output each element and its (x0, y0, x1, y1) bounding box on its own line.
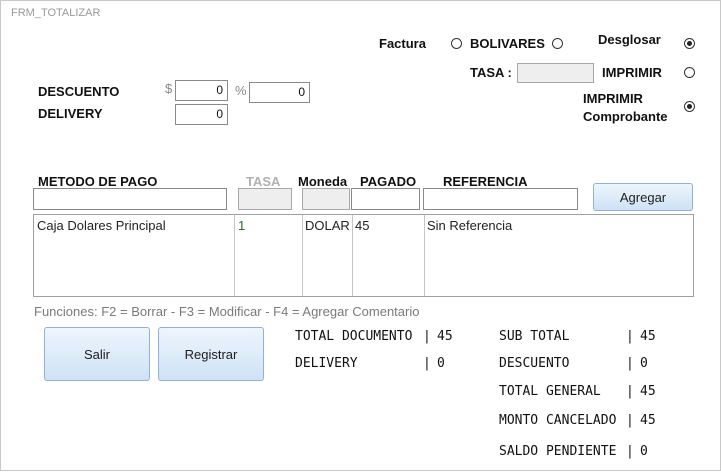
sub-total-label: SUB TOTAL (499, 329, 570, 344)
totalizar-window: FRM_TOTALIZAR Factura BOLIVARES Desglosa… (0, 0, 721, 471)
grid-cell-referencia[interactable]: Sin Referencia (427, 218, 512, 233)
referencia-input[interactable] (423, 188, 578, 210)
delivery-label: DELIVERY (38, 106, 103, 121)
registrar-button[interactable]: Registrar (158, 327, 264, 381)
delivery-input[interactable]: 0 (175, 104, 228, 125)
agregar-button[interactable]: Agregar (593, 183, 693, 211)
header-moneda: Moneda (298, 174, 348, 189)
descuento-label: DESCUENTO (38, 84, 120, 99)
pagado-input[interactable] (351, 188, 420, 210)
imprimir-label: IMPRIMIR (602, 65, 662, 80)
imprimir-comprobante-label-line1: IMPRIMIR (583, 91, 643, 106)
imprimir-comprobante-radio[interactable] (684, 101, 695, 112)
functions-hint: Funciones: F2 = Borrar - F3 = Modificar … (34, 304, 420, 319)
metodo-pago-input[interactable] (33, 188, 227, 210)
separator: | (626, 444, 634, 459)
descuento-total-label: DESCUENTO (499, 356, 570, 371)
separator: | (626, 384, 634, 399)
tasa-label: TASA : (470, 65, 512, 80)
header-metodo-pago: METODO DE PAGO (38, 174, 158, 189)
separator: | (626, 356, 634, 371)
grid-cell-pagado[interactable]: 45 (355, 218, 369, 233)
window-title: FRM_TOTALIZAR (11, 7, 101, 19)
salir-button[interactable]: Salir (44, 327, 150, 381)
saldo-pendiente-label: SALDO PENDIENTE (499, 444, 617, 459)
sub-total-value: 45 (640, 329, 656, 344)
total-general-value: 45 (640, 384, 656, 399)
descuento-percent-input[interactable]: 0 (249, 82, 310, 103)
header-referencia: REFERENCIA (443, 174, 528, 189)
bolivares-radio[interactable] (552, 38, 563, 49)
grid-cell-metodo[interactable]: Caja Dolares Principal (37, 218, 166, 233)
monto-cancelado-label: MONTO CANCELADO (499, 413, 617, 428)
currency-symbol: $ (165, 81, 173, 96)
header-tasa: TASA (246, 174, 281, 189)
separator: | (423, 356, 431, 371)
moneda-input[interactable] (302, 188, 350, 210)
separator: | (626, 329, 634, 344)
saldo-pendiente-value: 0 (640, 444, 648, 459)
tasa-pago-input[interactable] (238, 188, 292, 210)
factura-label: Factura (379, 36, 426, 51)
factura-radio[interactable] (451, 38, 462, 49)
grid-cell-moneda[interactable]: DOLAR (305, 218, 350, 233)
tasa-input[interactable] (517, 63, 594, 83)
monto-cancelado-value: 45 (640, 413, 656, 428)
total-documento-label: TOTAL DOCUMENTO (295, 329, 413, 344)
descuento-total-value: 0 (640, 356, 648, 371)
imprimir-comprobante-label-line2: Comprobante (583, 109, 668, 124)
total-general-label: TOTAL GENERAL (499, 384, 601, 399)
desglosar-radio[interactable] (684, 38, 695, 49)
imprimir-radio[interactable] (684, 67, 695, 78)
grid-cell-tasa[interactable]: 1 (238, 218, 245, 233)
percent-symbol: % (235, 83, 247, 98)
desglosar-label: Desglosar (598, 32, 661, 47)
header-pagado: PAGADO (360, 174, 417, 189)
descuento-amount-input[interactable]: 0 (175, 80, 228, 101)
bolivares-label: BOLIVARES (470, 36, 545, 51)
separator: | (626, 413, 634, 428)
delivery-total-value: 0 (437, 356, 445, 371)
delivery-total-label: DELIVERY (295, 356, 358, 371)
total-documento-value: 45 (437, 329, 453, 344)
payment-grid[interactable]: Caja Dolares Principal 1 DOLAR 45 Sin Re… (33, 214, 694, 297)
separator: | (423, 329, 431, 344)
